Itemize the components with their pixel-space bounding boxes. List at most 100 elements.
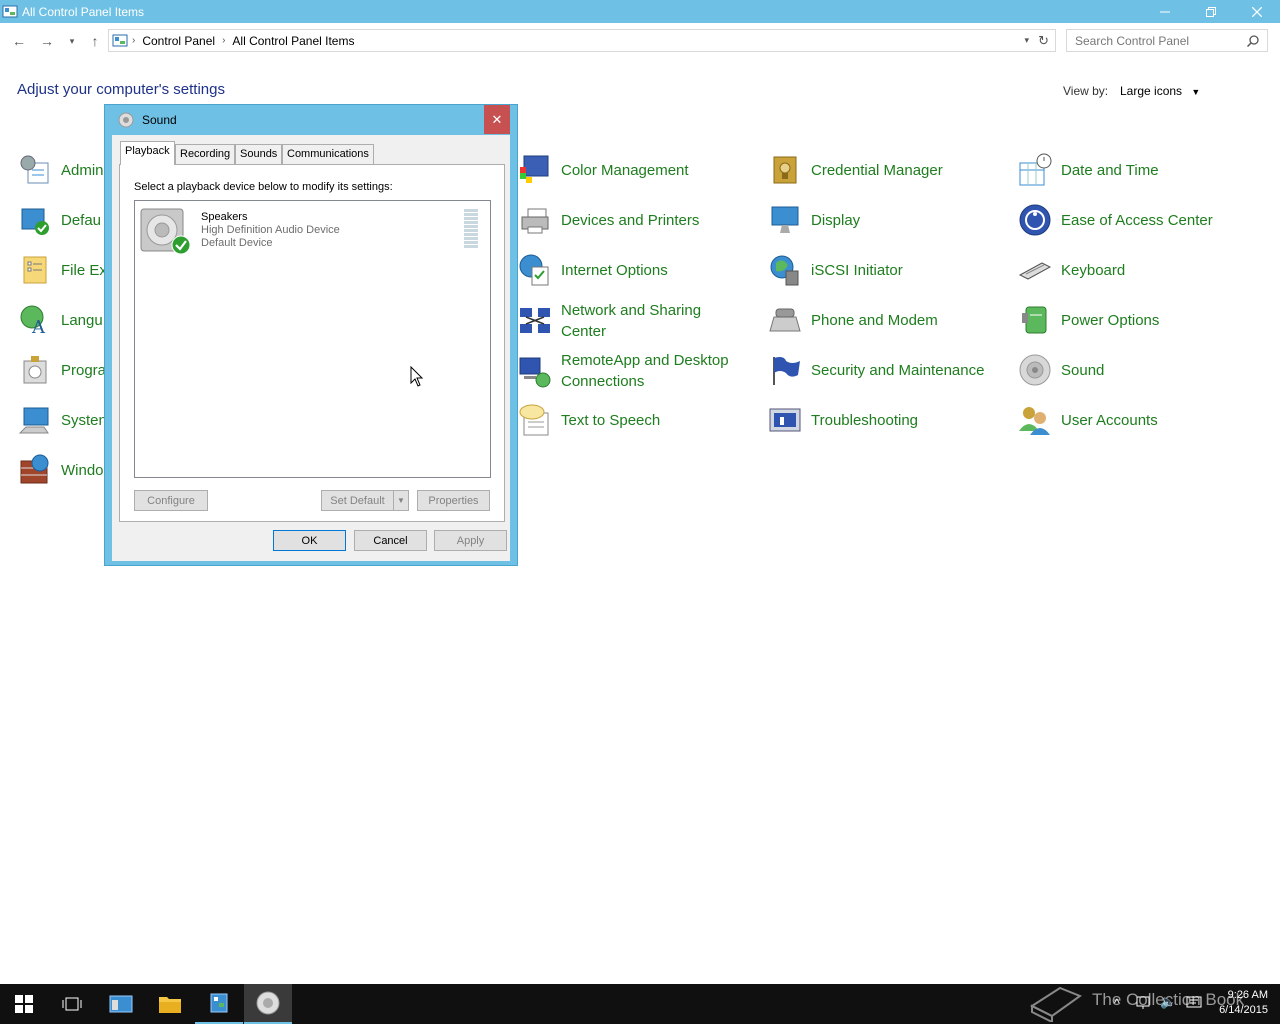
devices-and-printers-icon (521, 208, 549, 234)
cp-item-system[interactable]: Systen (18, 403, 107, 437)
remoteapp-icon (519, 357, 551, 388)
cp-item-label: Date and Time (1061, 161, 1159, 179)
ease-of-access-icon (1019, 204, 1051, 236)
cp-item-administrative-tools[interactable]: Admin (18, 153, 104, 187)
cp-item-ease-of-access[interactable]: Ease of Access Center (1018, 203, 1213, 237)
cp-item-remoteapp[interactable]: RemoteApp and Desktop Connections (518, 350, 729, 392)
cp-item-internet-options[interactable]: Internet Options (518, 253, 668, 287)
action-center-icon[interactable] (1186, 996, 1202, 1010)
taskbar-file-explorer[interactable] (146, 984, 194, 1024)
set-default-dropdown-icon[interactable]: ▼ (393, 490, 409, 511)
recent-locations-chevron-icon[interactable]: ▾ (63, 32, 81, 50)
cp-item-label: Power Options (1061, 311, 1160, 329)
cp-item-color-management[interactable]: Color Management (518, 153, 689, 187)
search-input[interactable]: Search Control Panel (1066, 29, 1268, 52)
security-and-maintenance-flag-icon (773, 357, 800, 385)
restore-button[interactable] (1188, 0, 1234, 23)
date-and-time-icon (1019, 153, 1052, 186)
cancel-button[interactable]: Cancel (354, 530, 427, 551)
properties-button[interactable]: Properties (417, 490, 490, 511)
configure-button[interactable]: Configure (134, 490, 208, 511)
tab-playback[interactable]: Playback (120, 141, 175, 165)
window-title-bar: All Control Panel Items (0, 0, 1280, 23)
language-icon: A (20, 305, 46, 337)
cp-item-security-and-maintenance[interactable]: Security and Maintenance (768, 353, 984, 387)
watermark-book-icon (1030, 986, 1082, 1022)
ok-button[interactable]: OK (273, 530, 346, 551)
cp-item-network-and-sharing[interactable]: Network and Sharing Center (518, 300, 701, 342)
device-status: Default Device (201, 237, 273, 249)
cp-item-text-to-speech[interactable]: Text to Speech (518, 403, 660, 437)
user-accounts-icon (1019, 407, 1050, 435)
set-default-button[interactable]: Set Default (321, 490, 394, 511)
network-icon[interactable] (1136, 996, 1152, 1010)
taskbar-control-panel[interactable] (195, 984, 243, 1024)
cp-item-date-and-time[interactable]: Date and Time (1018, 153, 1159, 187)
cp-item-troubleshooting[interactable]: Troubleshooting (768, 403, 918, 437)
cp-item-keyboard[interactable]: Keyboard (1018, 253, 1125, 287)
playback-device-list[interactable]: Speakers High Definition Audio Device De… (134, 200, 491, 478)
iscsi-initiator-icon (770, 255, 799, 286)
cp-item-default-programs[interactable]: Defau (18, 203, 101, 237)
cp-item-phone-and-modem[interactable]: Phone and Modem (768, 303, 938, 337)
cp-item-file-explorer-options[interactable]: File Ex (18, 253, 107, 287)
cp-item-label: Troubleshooting (811, 411, 919, 429)
breadcrumb-control-panel[interactable]: Control Panel (142, 34, 215, 48)
tab-recording[interactable]: Recording (175, 144, 236, 165)
device-item-speakers[interactable]: Speakers High Definition Audio Device De… (137, 205, 489, 255)
cp-item-label: Progra (61, 361, 107, 379)
volume-icon[interactable]: 🔈 (1160, 994, 1176, 1010)
cp-item-power-options[interactable]: Power Options (1018, 303, 1159, 337)
dialog-close-button[interactable]: ✕ (484, 105, 510, 134)
task-view-button[interactable] (48, 984, 96, 1024)
text-to-speech-icon (519, 404, 549, 436)
forward-arrow-icon[interactable]: → (38, 32, 56, 50)
taskbar: The Collection Book ^ 🔈 9:26 AM 6/14/201… (0, 984, 1280, 1024)
close-button[interactable] (1234, 0, 1280, 23)
start-button[interactable] (0, 984, 48, 1024)
phone-and-modem-icon (769, 308, 801, 332)
cp-item-iscsi-initiator[interactable]: iSCSI Initiator (768, 253, 903, 287)
minimize-button[interactable] (1142, 0, 1188, 23)
cp-item-programs-and-features[interactable]: Progra (18, 353, 106, 387)
apply-button[interactable]: Apply (434, 530, 507, 551)
cp-item-label: Internet Options (561, 261, 668, 279)
cp-item-credential-manager[interactable]: Credential Manager (768, 153, 943, 187)
clock-date: 6/14/2015 (1219, 1004, 1268, 1016)
cp-item-label: Security and Maintenance (811, 361, 985, 379)
sound-speaker-icon (256, 991, 280, 1015)
windows-logo-icon (15, 995, 33, 1013)
cp-item-label: Devices and Printers (561, 211, 700, 229)
sound-speaker-icon (118, 112, 134, 128)
up-arrow-icon[interactable]: ↑ (86, 32, 104, 50)
view-by-value: Large icons (1120, 84, 1183, 98)
cp-item-label: Color Management (561, 161, 689, 179)
mouse-cursor-icon (410, 366, 424, 387)
cp-item-devices-and-printers[interactable]: Devices and Printers (518, 203, 699, 237)
cp-item-display[interactable]: Display (768, 203, 860, 237)
tab-sounds[interactable]: Sounds (235, 144, 283, 165)
breadcrumb-all-items[interactable]: All Control Panel Items (232, 34, 354, 48)
breadcrumb-chevron-icon[interactable]: › (222, 35, 225, 46)
view-by-dropdown[interactable]: Large icons ▼ (1120, 84, 1200, 98)
clock[interactable]: 9:26 AM 6/14/2015 (1208, 988, 1268, 1018)
playback-instruction: Select a playback device below to modify… (134, 181, 393, 193)
taskbar-sound[interactable] (244, 984, 292, 1024)
search-icon[interactable] (1247, 34, 1259, 47)
back-arrow-icon[interactable]: ← (10, 32, 28, 50)
taskbar-server-manager[interactable] (97, 984, 145, 1024)
show-hidden-icons-chevron-icon[interactable]: ^ (1114, 996, 1120, 1010)
refresh-icon[interactable]: ↻ (1038, 33, 1049, 49)
tab-communications[interactable]: Communications (282, 144, 374, 165)
cp-item-sound[interactable]: Sound (1018, 353, 1104, 387)
address-bar[interactable]: › Control Panel › All Control Panel Item… (108, 29, 1056, 52)
cp-item-language[interactable]: A Langu (18, 303, 103, 337)
breadcrumb-chevron-icon[interactable]: › (132, 35, 135, 46)
cp-item-windows-firewall[interactable]: Windo (18, 453, 104, 487)
dialog-title-bar[interactable]: Sound ✕ (105, 105, 517, 135)
speaker-device-icon (140, 208, 191, 255)
cp-item-label: Defau (61, 211, 102, 229)
address-dropdown-icon[interactable]: ▾ (1024, 35, 1029, 46)
cp-item-user-accounts[interactable]: User Accounts (1018, 403, 1158, 437)
device-name: Speakers (201, 211, 248, 223)
